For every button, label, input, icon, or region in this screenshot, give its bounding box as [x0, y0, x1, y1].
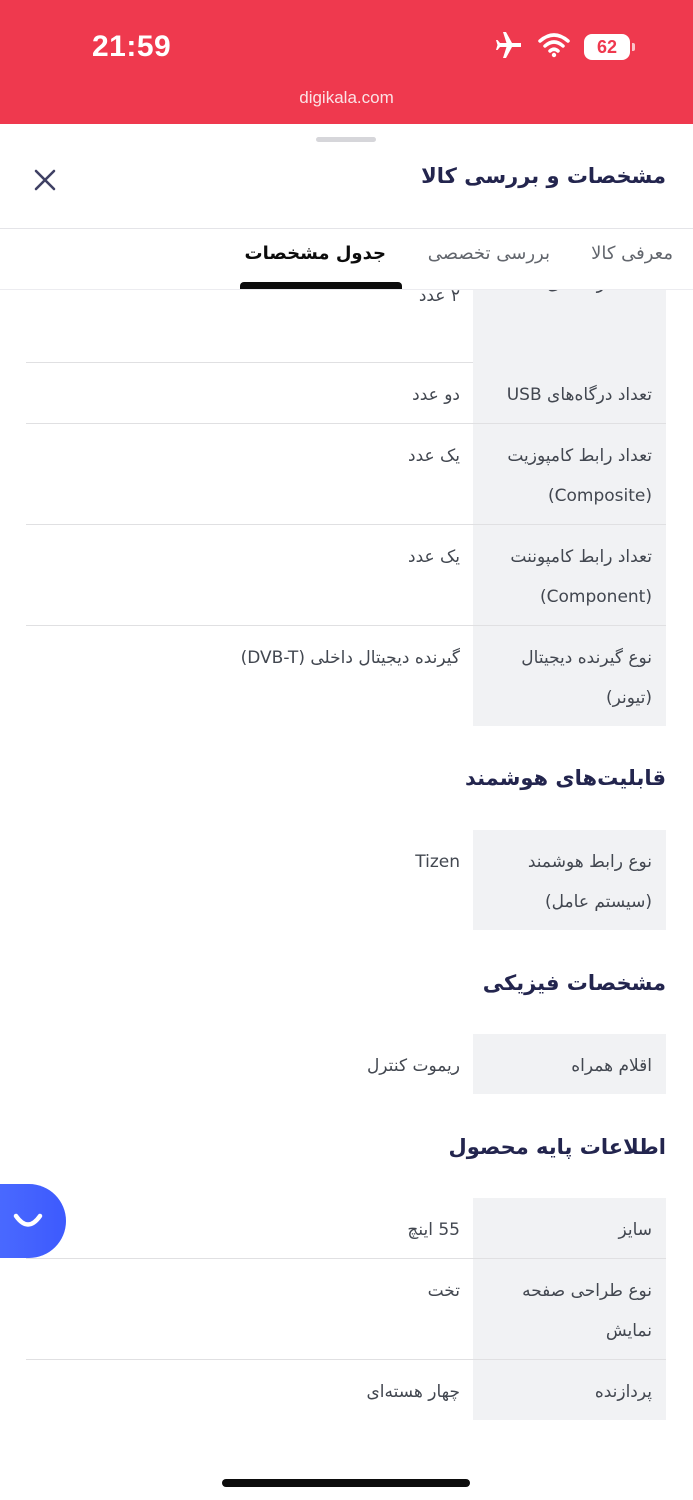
spec-value: یک عدد — [408, 446, 460, 466]
wifi-icon — [538, 32, 570, 62]
airplane-icon — [494, 31, 524, 63]
spec-row: پردازنده چهار هسته‌ای — [26, 1360, 666, 1420]
spec-key: نوع طراحی صفحه نمایش — [473, 1259, 666, 1359]
smile-chat-icon — [13, 1213, 43, 1227]
spec-key: تعداد رابط کامپوننت (Component) — [473, 525, 666, 625]
tab-specifications[interactable]: جدول مشخصات — [245, 243, 386, 264]
spec-value: تخت — [427, 1281, 460, 1301]
home-indicator[interactable] — [222, 1479, 470, 1487]
battery-icon: 62 — [584, 34, 635, 60]
spec-value: 55 اینچ — [407, 1220, 460, 1240]
sheet-drag-handle[interactable] — [316, 137, 376, 142]
spec-key: نوع گیرنده دیجیتال (تیونر) — [473, 626, 666, 726]
spec-key: تعداد درگاه‌های USB — [473, 363, 666, 423]
spec-row: تعداد درگاه‌های USB دو عدد — [26, 363, 666, 424]
spec-value: ریموت کنترل — [366, 1056, 460, 1076]
spec-value: چهار هسته‌ای — [366, 1382, 460, 1402]
close-button[interactable] — [28, 163, 62, 197]
spec-row: سایز 55 اینچ — [26, 1198, 666, 1259]
spec-table-content[interactable]: تعداد درگاه‌های HDMI ۲ عدد تعداد درگاه‌ه… — [0, 290, 693, 1455]
tab-product-intro[interactable]: معرفی کالا — [591, 243, 673, 264]
section-title-smart: قابلیت‌های هوشمند — [464, 766, 666, 790]
active-tab-indicator — [240, 282, 402, 289]
spec-key: نوع رابط هوشمند (سیستم عامل) — [473, 830, 666, 930]
spec-row: اقلام همراه ریموت کنترل — [26, 1034, 666, 1094]
spec-row: تعداد درگاه‌های HDMI ۲ عدد — [26, 290, 666, 363]
tab-bar: معرفی کالا بررسی تخصصی جدول مشخصات — [0, 229, 693, 289]
spec-row: تعداد رابط کامپوننت (Component) یک عدد — [26, 525, 666, 626]
spec-key: تعداد درگاه‌های HDMI — [473, 290, 666, 363]
spec-key: اقلام همراه — [473, 1034, 666, 1094]
spec-key: پردازنده — [473, 1360, 666, 1420]
spec-row: نوع طراحی صفحه نمایش تخت — [26, 1259, 666, 1360]
spec-row: نوع گیرنده دیجیتال (تیونر) گیرنده دیجیتا… — [26, 626, 666, 726]
spec-row: تعداد رابط کامپوزیت (Composite) یک عدد — [26, 424, 666, 525]
status-time: 21:59 — [92, 30, 172, 63]
spec-value: یک عدد — [408, 547, 460, 567]
spec-value: گیرنده دیجیتال داخلی (DVB-T) — [240, 648, 460, 668]
tab-expert-review[interactable]: بررسی تخصصی — [428, 243, 550, 264]
spec-key: سایز — [473, 1198, 666, 1258]
spec-row: نوع رابط هوشمند (سیستم عامل) Tizen — [26, 830, 666, 930]
close-icon — [34, 169, 56, 191]
spec-key: تعداد رابط کامپوزیت (Composite) — [473, 424, 666, 524]
spec-value: ۲ عدد — [418, 290, 460, 306]
spec-value: دو عدد — [412, 385, 460, 405]
status-bar: 21:59 62 digikala.com — [0, 0, 693, 124]
section-title-basic: اطلاعات پایه محصول — [448, 1135, 667, 1159]
status-icons: 62 — [494, 31, 635, 63]
battery-level: 62 — [596, 36, 618, 57]
page-title: مشخصات و بررسی کالا — [421, 164, 666, 188]
section-title-physical: مشخصات فیزیکی — [482, 971, 666, 995]
spec-value: Tizen — [415, 852, 460, 872]
url-label[interactable]: digikala.com — [0, 88, 693, 108]
